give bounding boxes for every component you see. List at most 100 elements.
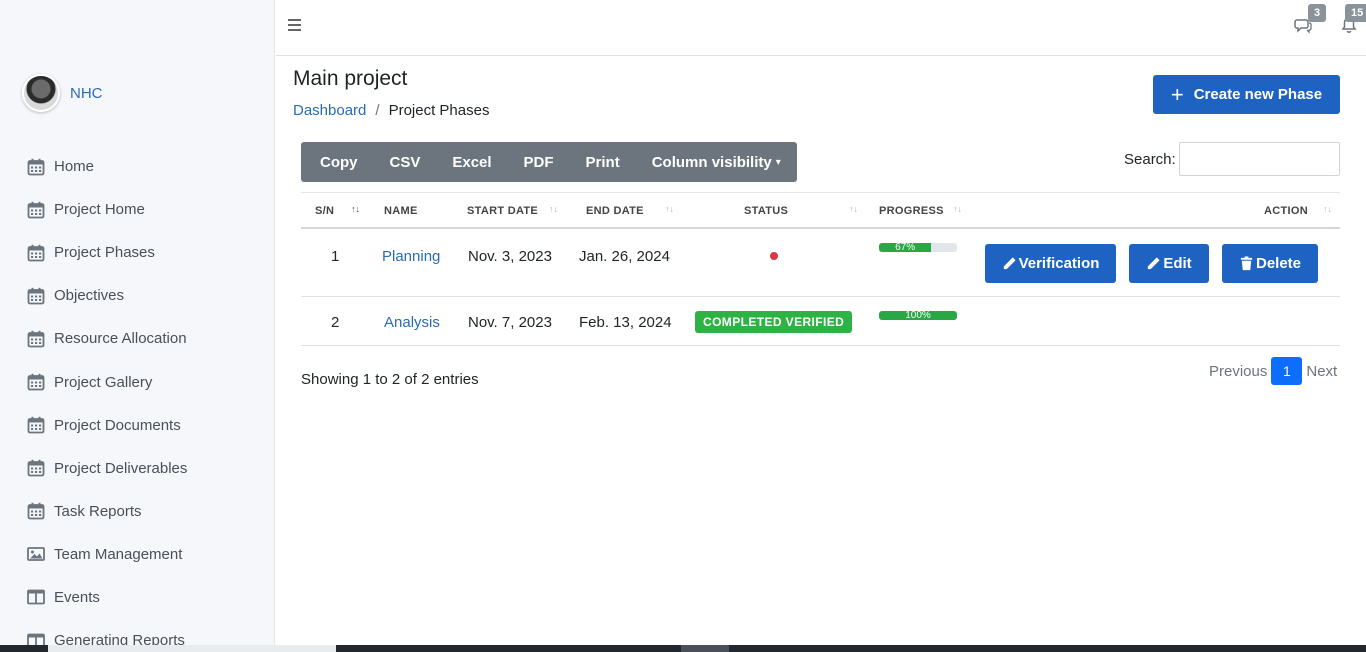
breadcrumb: Dashboard / Project Phases [293, 102, 489, 119]
sidebar-item-task-reports[interactable]: Task Reports [27, 490, 267, 533]
progress-bar: 67% [879, 243, 957, 252]
sidebar: NHC Home Project Home Project Phases Obj… [0, 0, 275, 652]
print-button[interactable]: Print [571, 142, 637, 182]
chevron-down-icon: ▾ [775, 156, 781, 168]
row-start-date: Nov. 3, 2023 [468, 248, 552, 265]
delete-label: Delete [1255, 255, 1302, 272]
plus-icon: + [1170, 81, 1184, 107]
sidebar-item-project-gallery[interactable]: Project Gallery [27, 360, 267, 403]
sort-icon[interactable]: ↑↓ [549, 204, 558, 214]
column-header-progress[interactable]: PROGRESS [879, 205, 944, 217]
sidebar-nav: Home Project Home Project Phases Objecti… [27, 145, 267, 652]
csv-button[interactable]: CSV [375, 142, 438, 182]
sidebar-item-label: Project Documents [54, 416, 181, 434]
breadcrumb-dashboard-link[interactable]: Dashboard [293, 102, 366, 119]
profile-name[interactable]: NHC [70, 85, 103, 102]
previous-page-button[interactable]: Previous [1209, 363, 1267, 380]
verification-button[interactable]: Verification [985, 244, 1116, 283]
sidebar-item-label: Project Home [54, 201, 145, 219]
taskbar [0, 645, 1366, 652]
copy-button[interactable]: Copy [305, 142, 375, 182]
calendar-icon [27, 330, 45, 348]
sidebar-item-label: Events [54, 588, 100, 606]
phases-table: S/N ↑↓ NAME START DATE ↑↓ END DATE ↑↓ ST… [301, 192, 1340, 346]
phase-name-link[interactable]: Analysis [384, 314, 440, 331]
sidebar-item-team-management[interactable]: Team Management [27, 533, 267, 576]
table-header: S/N ↑↓ NAME START DATE ↑↓ END DATE ↑↓ ST… [301, 192, 1340, 229]
image-icon [27, 545, 45, 563]
columns-icon [27, 588, 45, 606]
column-header-end-date[interactable]: END DATE [586, 205, 644, 217]
messages-count-badge: 3 [1308, 4, 1327, 22]
calendar-icon [27, 416, 45, 434]
sort-icon[interactable]: ↑↓ [665, 204, 674, 214]
calendar-icon [27, 158, 45, 176]
column-visibility-label: Column visibility [651, 153, 772, 171]
trash-icon [1240, 256, 1253, 271]
progress-fill: 67% [879, 243, 932, 252]
sidebar-item-label: Project Deliverables [54, 459, 188, 477]
edit-label: Edit [1163, 255, 1192, 272]
sidebar-item-objectives[interactable]: Objectives [27, 274, 267, 317]
verification-label: Verification [1018, 255, 1100, 272]
avatar[interactable] [22, 74, 60, 112]
sidebar-item-project-documents[interactable]: Project Documents [27, 404, 267, 447]
table-info: Showing 1 to 2 of 2 entries [301, 371, 479, 388]
calendar-icon [27, 287, 45, 305]
sort-asc-icon[interactable]: ↑↓ [351, 204, 360, 214]
taskbar-segment [48, 645, 336, 652]
sidebar-item-label: Objectives [54, 287, 125, 305]
column-header-name[interactable]: NAME [384, 205, 418, 217]
edit-button[interactable]: Edit [1129, 244, 1209, 283]
sort-icon[interactable]: ↑↓ [1323, 204, 1332, 214]
column-header-action[interactable]: ACTION [1264, 205, 1308, 217]
create-new-phase-label: Create new Phase [1193, 86, 1323, 103]
breadcrumb-current: Project Phases [388, 102, 490, 119]
row-sn: 1 [331, 248, 340, 265]
status-badge: COMPLETED VERIFIED [695, 311, 853, 333]
sidebar-item-label: Team Management [54, 545, 183, 563]
phase-name-link[interactable]: Planning [382, 248, 440, 265]
pencil-icon [1148, 257, 1160, 270]
calendar-icon [27, 502, 45, 520]
status-dot [770, 252, 778, 260]
sidebar-item-home[interactable]: Home [27, 145, 267, 188]
calendar-icon [27, 201, 45, 219]
profile[interactable]: NHC [22, 74, 103, 112]
pdf-button[interactable]: PDF [509, 142, 571, 182]
search-label: Search: [1124, 151, 1176, 168]
column-header-status[interactable]: STATUS [744, 205, 788, 217]
page-title: Main project [293, 67, 408, 90]
calendar-icon [27, 244, 45, 262]
sidebar-item-project-home[interactable]: Project Home [27, 188, 267, 231]
column-header-start-date[interactable]: START DATE [467, 205, 538, 217]
sidebar-item-project-phases[interactable]: Project Phases [27, 231, 267, 274]
topbar: 3 15 [276, 0, 1366, 56]
next-page-button[interactable]: Next [1306, 363, 1337, 380]
page-1-button[interactable]: 1 [1271, 357, 1303, 385]
create-new-phase-button[interactable]: + Create new Phase [1153, 75, 1340, 114]
breadcrumb-separator: / [375, 102, 380, 119]
notifications-count-badge: 15 [1345, 4, 1366, 22]
sidebar-item-resource-allocation[interactable]: Resource Allocation [27, 317, 267, 360]
export-button-group: Copy CSV Excel PDF Print Column visibili… [301, 142, 797, 182]
column-header-sn[interactable]: S/N [315, 205, 334, 217]
search-input[interactable] [1179, 142, 1340, 176]
sidebar-item-project-deliverables[interactable]: Project Deliverables [27, 447, 267, 490]
sidebar-item-label: Project Gallery [54, 373, 153, 391]
sidebar-item-label: Project Phases [54, 244, 155, 262]
row-sn: 2 [331, 314, 340, 331]
sidebar-item-label: Resource Allocation [54, 330, 187, 348]
row-end-date: Jan. 26, 2024 [579, 248, 670, 265]
sort-icon[interactable]: ↑↓ [953, 204, 962, 214]
calendar-icon [27, 459, 45, 477]
column-visibility-button[interactable]: Column visibility ▾ [637, 142, 793, 182]
calendar-icon [27, 373, 45, 391]
sidebar-item-events[interactable]: Events [27, 576, 267, 619]
taskbar-segment [681, 645, 729, 652]
progress-fill: 100% [879, 311, 957, 320]
delete-button[interactable]: Delete [1222, 244, 1318, 283]
excel-button[interactable]: Excel [437, 142, 508, 182]
hamburger-menu-icon[interactable] [288, 16, 304, 32]
sort-icon[interactable]: ↑↓ [849, 204, 858, 214]
